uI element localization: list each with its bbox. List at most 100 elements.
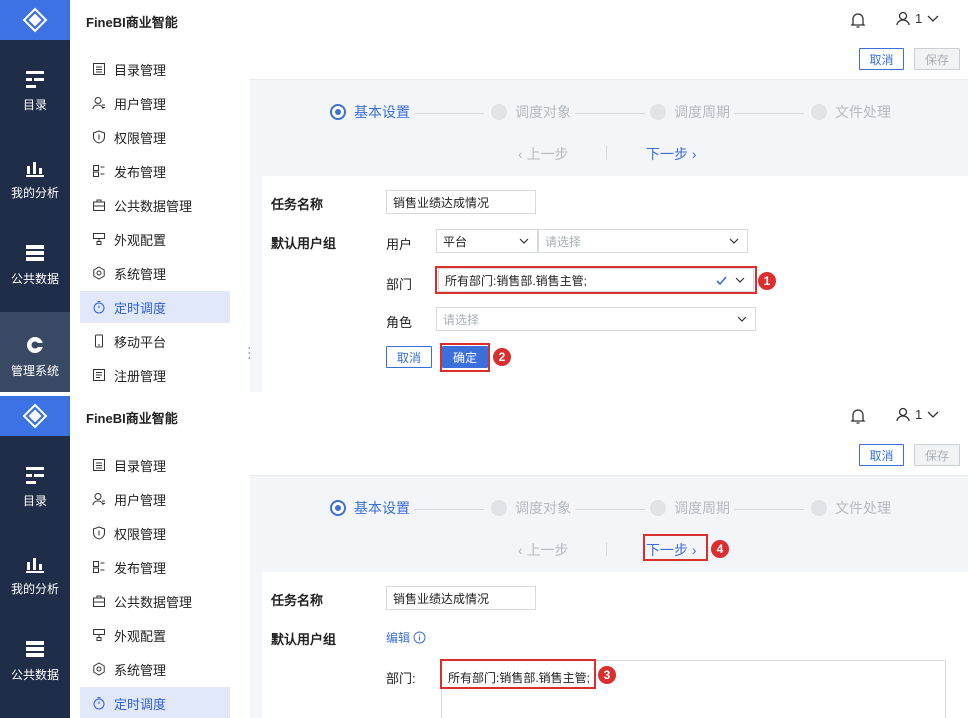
briefcase-icon [93, 199, 105, 211]
sidebar-item-directory[interactable]: 目录管理 [80, 449, 230, 481]
catalog-icon [26, 71, 44, 88]
form-cancel-button[interactable]: 取消 [386, 346, 432, 368]
sidebar-item-public-data-mgmt[interactable]: 公共数据管理 [80, 585, 230, 617]
cancel-button[interactable]: 取消 [859, 444, 904, 466]
step-dot-icon [650, 104, 666, 120]
rail-item-catalog[interactable]: 目录 [0, 442, 70, 522]
step-indicator: 基本设置 调度对象 调度周期 文件处理 [250, 498, 968, 522]
analysis-icon [26, 162, 44, 177]
prev-step-label: 上一步 [526, 542, 569, 558]
step-label: 调度周期 [674, 500, 730, 516]
bell-icon[interactable] [850, 407, 866, 425]
sidebar-item-permissions[interactable]: 权限管理 [80, 517, 230, 549]
step-schedule-object[interactable]: 调度对象 [491, 498, 571, 518]
register-icon [93, 369, 105, 381]
sidebar-item-users[interactable]: 用户管理 [80, 483, 230, 515]
rail-label-analysis: 我的分析 [10, 582, 59, 596]
cancel-button[interactable]: 取消 [859, 48, 904, 70]
step-schedule-object[interactable]: 调度对象 [491, 102, 571, 122]
save-button[interactable]: 保存 [914, 444, 960, 466]
sidebar-item-publish[interactable]: 发布管理 [80, 155, 230, 187]
user-select[interactable]: 请选择 [538, 229, 748, 253]
role-select[interactable]: 请选择 [436, 307, 756, 331]
task-name-input[interactable]: 销售业绩达成情况 [386, 586, 536, 610]
rail-item-public-data[interactable]: 公共数据 [0, 616, 70, 696]
user-name: 1 [915, 11, 923, 26]
sidebar-label: 外观配置 [114, 628, 167, 644]
user-select-placeholder: 请选择 [545, 234, 582, 249]
step-label: 文件处理 [835, 500, 891, 516]
highlight-box-next-step [643, 534, 708, 561]
sidebar-item-users[interactable]: 用户管理 [80, 87, 230, 119]
rail-item-public-data[interactable]: 公共数据 [0, 220, 70, 300]
rail-item-admin[interactable]: 管理系统 [0, 312, 70, 392]
edit-group-link[interactable]: 编辑 [386, 629, 426, 646]
prev-step-button[interactable]: ‹ 上一步 [518, 144, 569, 164]
user-menu[interactable]: 1 [896, 11, 939, 26]
timer-icon [93, 697, 105, 710]
user-label: 用户 [386, 237, 413, 252]
screenshot-panel-1: 目录 我的分析 公共数据 管理系统 FineBI商业智能 1 目录管理 用户管理… [0, 0, 968, 392]
sidebar-label: 定时调度 [114, 300, 167, 316]
sidebar-item-appearance[interactable]: 外观配置 [80, 223, 230, 255]
next-step-button[interactable]: 下一步 › [646, 144, 697, 164]
action-bar: 取消 保存 [250, 436, 968, 476]
sidebar-item-permissions[interactable]: 权限管理 [80, 121, 230, 153]
prev-step-button[interactable]: ‹ 上一步 [518, 540, 569, 560]
rail-item-analysis[interactable]: 我的分析 [0, 530, 70, 610]
main-content: 取消 保存 基本设置 调度对象 调度周期 文件处理 ‹ [250, 436, 968, 718]
user-menu[interactable]: 1 [896, 407, 939, 422]
step-schedule-period[interactable]: 调度周期 [650, 102, 730, 122]
sidebar-item-register[interactable]: 注册管理 [80, 359, 230, 391]
step-connector [575, 113, 645, 114]
app-title: FineBI商业智能 [86, 15, 178, 30]
task-name-input[interactable]: 销售业绩达成情况 [386, 190, 536, 214]
step-dot-icon [650, 500, 666, 516]
publish-icon [93, 561, 105, 573]
step-basic-settings[interactable]: 基本设置 [330, 498, 410, 518]
settings-icon [93, 266, 105, 280]
step-badge-2: 2 [493, 348, 511, 366]
sidebar-item-mobile[interactable]: 移动平台 [80, 325, 230, 357]
user-type-select[interactable]: 平台 [436, 229, 538, 253]
step-basic-settings[interactable]: 基本设置 [330, 102, 410, 122]
step-schedule-period[interactable]: 调度周期 [650, 498, 730, 518]
sidebar-item-public-data-mgmt[interactable]: 公共数据管理 [80, 189, 230, 221]
sidebar-item-publish[interactable]: 发布管理 [80, 551, 230, 583]
sidebar-item-directory[interactable]: 目录管理 [80, 53, 230, 85]
sidebar-item-scheduler[interactable]: 定时调度 [80, 687, 230, 718]
sidebar-item-system[interactable]: 系统管理 [80, 653, 230, 685]
sidebar-item-scheduler[interactable]: 定时调度 [80, 291, 230, 323]
step-badge-3: 3 [598, 666, 616, 684]
rail-item-catalog[interactable]: 目录 [0, 46, 70, 126]
rail-label-admin: 管理系统 [10, 364, 59, 378]
user-icon [92, 97, 105, 110]
default-group-label: 默认用户组 [271, 632, 337, 647]
catalog-icon [26, 467, 44, 484]
task-name-label: 任务名称 [271, 197, 324, 212]
rail-label-catalog: 目录 [22, 494, 47, 508]
step-dot-icon [811, 500, 827, 516]
step-connector [734, 509, 804, 510]
dept-label: 部门 [386, 277, 413, 292]
sidebar-label: 公共数据管理 [114, 198, 193, 214]
bell-icon[interactable] [850, 11, 866, 29]
step-active-dot-icon [330, 500, 346, 516]
sidebar-item-system[interactable]: 系统管理 [80, 257, 230, 289]
next-step-label: 下一步 [646, 146, 688, 162]
user-avatar-icon [896, 407, 910, 422]
chevron-down-icon [737, 316, 747, 322]
save-button[interactable]: 保存 [914, 48, 960, 70]
user-type-value: 平台 [443, 234, 468, 249]
rail-item-analysis[interactable]: 我的分析 [0, 134, 70, 214]
step-file-processing[interactable]: 文件处理 [811, 102, 891, 122]
nav-separator [606, 542, 607, 556]
chevron-down-icon [927, 411, 939, 418]
step-file-processing[interactable]: 文件处理 [811, 498, 891, 518]
sidebar-item-appearance[interactable]: 外观配置 [80, 619, 230, 651]
rail-label-analysis: 我的分析 [10, 186, 59, 200]
top-bar: FineBI商业智能 1 [70, 396, 968, 436]
shield-icon [93, 130, 105, 144]
directory-icon [93, 63, 105, 75]
sidebar-label: 注册管理 [114, 368, 167, 384]
